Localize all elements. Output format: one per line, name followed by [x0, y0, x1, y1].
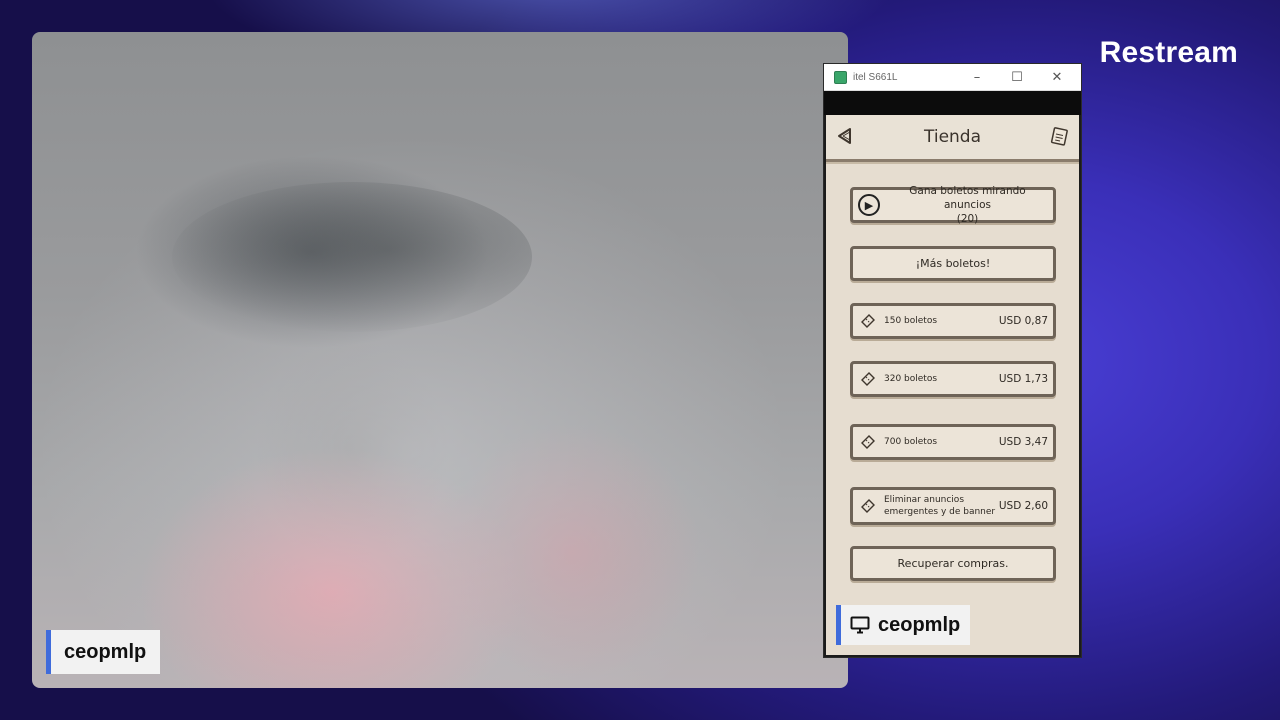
product-button[interactable]: 700 boletos USD 3,47 — [850, 424, 1056, 460]
shop-header: Tienda — [826, 115, 1079, 162]
product-label: Eliminar anuncios emergentes y de banner — [884, 495, 996, 517]
restore-purchases-button[interactable]: Recuperar compras. — [850, 546, 1056, 581]
camera-name-tag: ceopmlp — [46, 630, 161, 674]
product-price: USD 0,87 — [998, 315, 1048, 327]
phone-status-bar — [824, 91, 1081, 115]
shop-screen: Tienda ▶ Gana boletos mirando anuncios (2… — [826, 115, 1079, 655]
maximize-button[interactable]: ☐ — [997, 64, 1037, 90]
ticket-icon — [860, 371, 876, 387]
screen-share-name-text: ceopmlp — [878, 613, 961, 636]
minimize-button[interactable]: – — [957, 64, 997, 90]
back-arrow-icon[interactable] — [834, 125, 856, 147]
ticket-icon — [860, 434, 876, 450]
play-icon: ▶ — [858, 194, 880, 216]
screen-share-name-tag: ceopmlp — [836, 605, 971, 645]
shop-title: Tienda — [923, 127, 982, 147]
phone-mirror-window: itel S661L – ☐ ✕ Tienda ▶ Gana boletos m… — [823, 63, 1082, 658]
watch-ads-button[interactable]: ▶ Gana boletos mirando anuncios (20) — [850, 185, 1056, 225]
window-title: itel S661L — [853, 71, 898, 83]
watch-ads-label: Gana boletos mirando anuncios (20) — [909, 185, 1026, 225]
tickets-note-icon[interactable] — [1049, 125, 1071, 147]
monitor-icon — [850, 616, 870, 634]
product-price: USD 3,47 — [998, 436, 1048, 448]
product-button[interactable]: 320 boletos USD 1,73 — [850, 361, 1056, 397]
camera-name-text: ceopmlp — [64, 640, 147, 663]
more-tickets-button[interactable]: ¡Más boletos! — [850, 246, 1056, 281]
camera-haze — [32, 32, 848, 688]
camera-feed: ceopmlp — [32, 32, 848, 688]
close-button[interactable]: ✕ — [1037, 64, 1077, 90]
window-titlebar[interactable]: itel S661L – ☐ ✕ — [824, 64, 1081, 91]
restream-logo: Restream — [1099, 36, 1238, 69]
product-label: 700 boletos — [884, 437, 938, 447]
app-icon — [834, 70, 847, 84]
ticket-icon — [860, 313, 876, 329]
product-label: 320 boletos — [884, 374, 938, 384]
product-label: 150 boletos — [884, 316, 938, 326]
product-price: USD 1,73 — [998, 373, 1048, 385]
product-button[interactable]: 150 boletos USD 0,87 — [850, 303, 1056, 339]
product-price: USD 2,60 — [998, 500, 1048, 512]
product-button[interactable]: Eliminar anuncios emergentes y de banner… — [850, 487, 1056, 525]
ticket-icon — [860, 498, 876, 514]
